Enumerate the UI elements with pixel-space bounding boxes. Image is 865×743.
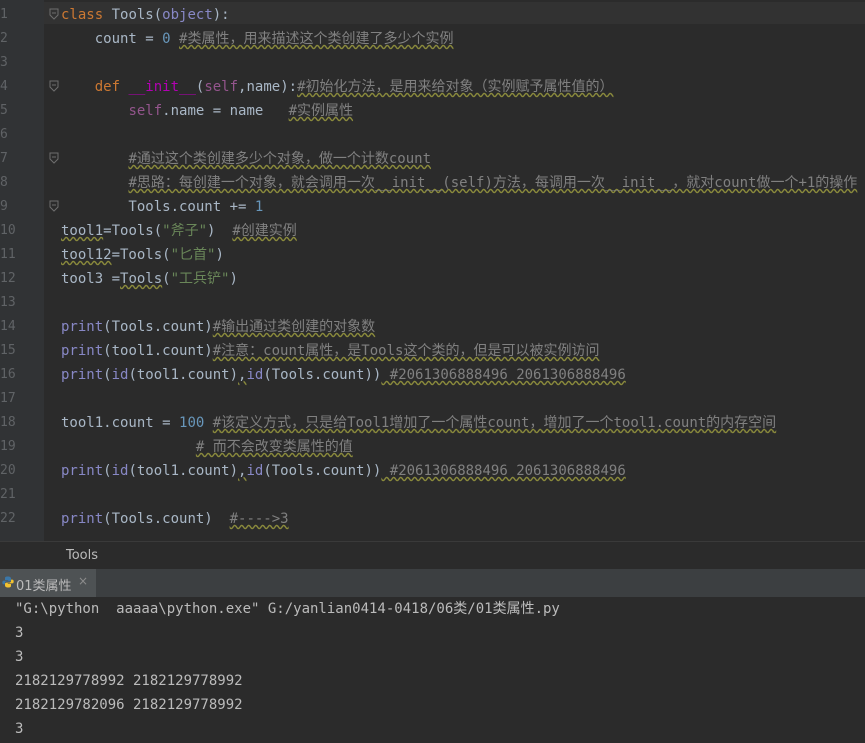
run-tab-label: 01类属性 xyxy=(16,579,72,594)
fold-icon[interactable] xyxy=(49,8,59,22)
code-text[interactable]: print(Tools.count)#输出通过类创建的对象数 xyxy=(61,315,375,339)
code-line[interactable]: 17 xyxy=(0,387,865,411)
code-text[interactable]: count = 0 #类属性，用来描述这个类创建了多少个实例 xyxy=(61,27,454,51)
code-line[interactable]: 14 print(Tools.count)#输出通过类创建的对象数 xyxy=(0,315,865,339)
line-number: 5 xyxy=(0,103,8,118)
fold-icon[interactable] xyxy=(49,152,59,166)
line-number: 11 xyxy=(0,247,16,262)
code-editor[interactable]: 1 class Tools(object): 2 count = 0 #类属性，用来… xyxy=(0,0,865,541)
code-text[interactable]: # 而不会改变类属性的值 xyxy=(61,435,353,459)
code-text[interactable]: Tools.count += 1 xyxy=(61,195,263,219)
code-line[interactable]: 11 tool12=Tools("匕首") xyxy=(0,243,865,267)
code-text[interactable]: #思路：每创建一个对象，就会调用一次__init__(self)方法，每调用一次… xyxy=(61,171,857,195)
line-number: 14 xyxy=(0,319,16,334)
fold-icon[interactable] xyxy=(49,200,59,214)
line-number: 2 xyxy=(0,31,8,46)
line-number: 10 xyxy=(0,223,16,238)
code-line[interactable]: 12 tool3 =Tools("工兵铲") xyxy=(0,267,865,291)
console-output-line: 2182129778992 2182129778992 xyxy=(15,673,243,689)
breadcrumb[interactable]: Tools xyxy=(0,541,865,570)
code-line[interactable]: 20 print(id(tool1.count),id(Tools.count))… xyxy=(0,459,865,483)
code-text[interactable]: self.name = name #实例属性 xyxy=(61,99,353,123)
line-number: 8 xyxy=(0,175,8,190)
line-number: 20 xyxy=(0,463,16,478)
console-output-line: 3 xyxy=(15,625,24,641)
code-line[interactable]: 5 self.name = name #实例属性 xyxy=(0,99,865,123)
console-output-line: 3 xyxy=(15,649,24,665)
code-text[interactable]: #通过这个类创建多少个对象，做一个计数count xyxy=(61,147,431,171)
console-output-line: 2182129782096 2182129778992 xyxy=(15,697,243,713)
close-icon[interactable]: × xyxy=(78,574,88,588)
code-line[interactable]: 3 xyxy=(0,51,865,75)
code-line[interactable]: 16 print(id(tool1.count),id(Tools.count))… xyxy=(0,363,865,387)
line-number: 1 xyxy=(0,7,8,22)
run-tool-window-tabs: 01类属性 × xyxy=(0,569,865,598)
code-line[interactable]: 6 xyxy=(0,123,865,147)
code-line[interactable]: 19 # 而不会改变类属性的值 xyxy=(0,435,865,459)
run-console[interactable]: "G:\python aaaaa\python.exe" G:/yanlian0… xyxy=(0,597,865,743)
code-text[interactable]: print(tool1.count)#注意：count属性，是Tools这个类的… xyxy=(61,339,599,363)
console-output-line: "G:\python aaaaa\python.exe" G:/yanlian0… xyxy=(15,601,560,617)
code-line[interactable]: 13 xyxy=(0,291,865,315)
line-number: 19 xyxy=(0,439,16,454)
line-number: 4 xyxy=(0,79,8,94)
line-number: 9 xyxy=(0,199,8,214)
code-text[interactable]: print(Tools.count) #---->3 xyxy=(61,507,289,531)
line-number: 3 xyxy=(0,55,8,70)
code-text[interactable]: tool1.count = 100 #该定义方式，只是给Tool1增加了一个属性… xyxy=(61,411,776,435)
code-text[interactable]: tool12=Tools("匕首") xyxy=(61,243,224,267)
code-line[interactable]: 15 print(tool1.count)#注意：count属性，是Tools这个… xyxy=(0,339,865,363)
code-line[interactable]: 18 tool1.count = 100 #该定义方式，只是给Tool1增加了一个… xyxy=(0,411,865,435)
line-number: 13 xyxy=(0,295,16,310)
code-text[interactable]: print(id(tool1.count),id(Tools.count)) #… xyxy=(61,363,626,387)
code-line[interactable]: 8 #思路：每创建一个对象，就会调用一次__init__(self)方法，每调用… xyxy=(0,171,865,195)
code-text[interactable]: print(id(tool1.count),id(Tools.count)) #… xyxy=(61,459,626,483)
code-line[interactable]: 7 #通过这个类创建多少个对象，做一个计数count xyxy=(0,147,865,171)
breadcrumb-item-tools[interactable]: Tools xyxy=(66,548,98,563)
line-number: 15 xyxy=(0,343,16,358)
code-line[interactable]: 2 count = 0 #类属性，用来描述这个类创建了多少个实例 xyxy=(0,27,865,51)
code-text[interactable]: def __init__(self,name):#初始化方法，是用来给对象（实例… xyxy=(61,75,614,99)
code-line[interactable]: 9 Tools.count += 1 xyxy=(0,195,865,219)
code-text[interactable]: tool3 =Tools("工兵铲") xyxy=(61,267,238,291)
code-text[interactable]: tool1=Tools("斧子") #创建实例 xyxy=(61,219,297,243)
code-line[interactable]: 10 tool1=Tools("斧子") #创建实例 xyxy=(0,219,865,243)
line-number: 21 xyxy=(0,487,16,502)
line-number: 7 xyxy=(0,151,8,166)
line-number: 12 xyxy=(0,271,16,286)
code-text[interactable]: class Tools(object): xyxy=(61,3,230,27)
console-output-line: 3 xyxy=(15,721,24,737)
code-line[interactable]: 22 print(Tools.count) #---->3 xyxy=(0,507,865,531)
line-number: 22 xyxy=(0,511,16,526)
line-number: 17 xyxy=(0,391,16,406)
line-number: 18 xyxy=(0,415,16,430)
line-number: 6 xyxy=(0,127,8,142)
fold-icon[interactable] xyxy=(49,80,59,94)
tab-run-config[interactable]: 01类属性 × xyxy=(0,569,96,597)
python-icon xyxy=(2,576,14,588)
line-number: 16 xyxy=(0,367,16,382)
code-line[interactable]: 1 class Tools(object): xyxy=(0,3,865,27)
code-line[interactable]: 21 xyxy=(0,483,865,507)
code-line[interactable]: 4 def __init__(self,name):#初始化方法，是用来给对象（… xyxy=(0,75,865,99)
